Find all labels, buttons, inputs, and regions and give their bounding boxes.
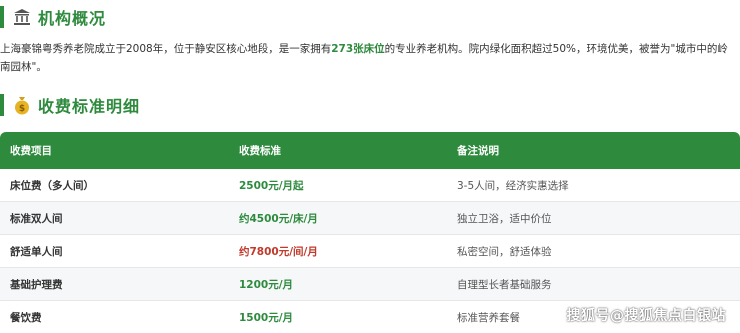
section-title-org: 机构概况 <box>38 9 107 28</box>
accent-bar <box>0 94 4 116</box>
row-item: 床位费（多人间） <box>10 179 94 192</box>
accent-bar <box>0 6 4 28</box>
fee-table: 收费项目 收费标准 备注说明 床位费（多人间） 2500元/月起 3-5人间，经… <box>0 132 740 333</box>
table-row: 基础护理费 1200元/月 自理型长者基础服务 <box>0 268 740 301</box>
row-item: 标准双人间 <box>10 212 63 225</box>
bank-icon <box>12 7 32 27</box>
row-item: 餐饮费 <box>10 311 42 324</box>
row-price: 约7800元/间/月 <box>239 245 318 258</box>
row-price: 1500元/月 <box>239 311 294 324</box>
table-row: 舒适单人间 约7800元/间/月 私密空间，舒适体验 <box>0 235 740 268</box>
watermark: 搜狐号@搜狐焦点白银站 <box>566 308 726 324</box>
row-note: 私密空间，舒适体验 <box>457 245 552 258</box>
row-price: 约4500元/床/月 <box>239 212 318 225</box>
row-note: 自理型长者基础服务 <box>457 278 552 291</box>
header-item: 收费项目 <box>10 145 52 157</box>
svg-text:$: $ <box>19 104 25 114</box>
header-price: 收费标准 <box>239 145 281 157</box>
row-item: 舒适单人间 <box>10 245 63 258</box>
money-bag-icon: $ <box>12 95 32 115</box>
row-item: 基础护理费 <box>10 278 63 291</box>
org-section-header: 机构概况 <box>0 5 106 29</box>
header-note: 备注说明 <box>457 145 499 157</box>
table-row: 标准双人间 约4500元/床/月 独立卫浴，适中价位 <box>0 202 740 235</box>
intro-text-before: 上海豪锦粤秀养老院成立于2008年，位于静安区核心地段，是一家拥有 <box>0 43 332 55</box>
row-note: 3-5人间，经济实惠选择 <box>457 179 569 192</box>
intro-bed-count: 273张床位 <box>331 43 385 55</box>
org-intro-paragraph: 上海豪锦粤秀养老院成立于2008年，位于静安区核心地段，是一家拥有273张床位的… <box>0 40 736 76</box>
fee-section-header: $ 收费标准明细 <box>0 93 140 117</box>
table-row: 床位费（多人间） 2500元/月起 3-5人间，经济实惠选择 <box>0 169 740 202</box>
row-price: 2500元/月起 <box>239 179 304 192</box>
section-title-fee: 收费标准明细 <box>38 97 141 116</box>
row-price: 1200元/月 <box>239 278 294 291</box>
row-note: 独立卫浴，适中价位 <box>457 212 552 225</box>
table-header-row: 收费项目 收费标准 备注说明 <box>0 132 740 169</box>
